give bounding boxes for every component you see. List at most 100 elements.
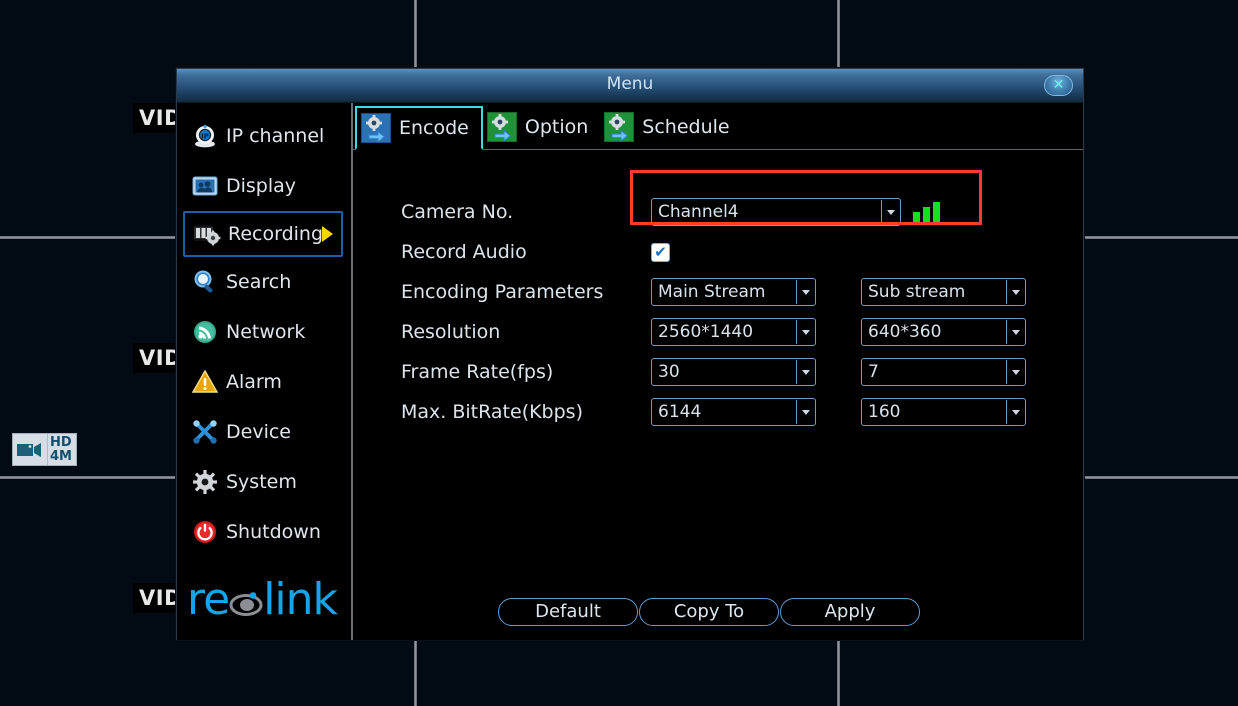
max-bitrate-main-select[interactable]: 6144: [651, 398, 816, 426]
frame-rate-main-select[interactable]: 30: [651, 358, 816, 386]
sidebar-item-label: IP channel: [226, 125, 325, 147]
tab-label: Option: [524, 116, 589, 138]
tab-bar: Encode Option Schedule: [353, 103, 1083, 150]
tools-icon: [191, 418, 219, 446]
resolution-label: Resolution: [401, 321, 501, 343]
sidebar-item-label: Alarm: [226, 371, 282, 393]
row-record-audio: Record Audio ✔: [401, 232, 1083, 272]
logo-text-part2: link: [263, 574, 338, 625]
gear-arrow-green-icon: [486, 112, 517, 143]
resolution-main-value: 2560*1440: [658, 322, 754, 342]
sidebar-item-alarm[interactable]: Alarm: [177, 357, 351, 407]
menu-dialog: Menu ✕ IP IP channel Display Recording S…: [176, 68, 1084, 640]
encoding-parameters-sub-select[interactable]: Sub stream: [861, 278, 1026, 306]
tab-encode[interactable]: Encode: [355, 106, 483, 150]
chevron-down-icon[interactable]: [1006, 320, 1024, 344]
frame-rate-sub-value: 7: [868, 362, 879, 382]
chevron-down-icon[interactable]: [796, 320, 814, 344]
logo-eye-icon: [229, 592, 263, 616]
frame-rate-main-value: 30: [658, 362, 680, 382]
camcorder-icon: [13, 434, 47, 465]
max-bitrate-sub-select[interactable]: 160: [861, 398, 1026, 426]
sidebar-item-label: Network: [226, 321, 306, 343]
camera-no-label: Camera No.: [401, 201, 514, 223]
copy-to-button[interactable]: Copy To: [639, 598, 779, 626]
sidebar-item-label: Recording: [228, 223, 324, 245]
gear-arrow-green-icon: [604, 112, 635, 143]
content-pane: Encode Option Schedule Camera No. Channe…: [353, 103, 1083, 640]
sidebar: IP IP channel Display Recording Search N…: [177, 103, 353, 640]
sidebar-item-recording[interactable]: Recording: [183, 211, 343, 257]
camera-no-value: Channel4: [658, 202, 739, 222]
ip-dome-camera-icon: IP: [191, 122, 219, 150]
film-gear-icon: [193, 220, 221, 248]
close-icon[interactable]: ✕: [1044, 75, 1073, 96]
resolution-sub-select[interactable]: 640*360: [861, 318, 1026, 346]
rss-signal-icon: [191, 318, 219, 346]
sidebar-item-system[interactable]: System: [177, 457, 351, 507]
sidebar-item-label: Search: [226, 271, 292, 293]
apply-button[interactable]: Apply: [780, 598, 920, 626]
sidebar-item-display[interactable]: Display: [177, 161, 351, 211]
encoding-parameters-label: Encoding Parameters: [401, 281, 604, 303]
row-encoding-parameters: Encoding Parameters Main Stream Sub stre…: [401, 272, 1083, 312]
resolution-main-select[interactable]: 2560*1440: [651, 318, 816, 346]
sidebar-item-label: System: [226, 471, 297, 493]
max-bitrate-main-value: 6144: [658, 402, 702, 422]
tab-option[interactable]: Option: [483, 105, 600, 149]
dvr-screen: VIDEO LOSS VIDEO LOSS VIDEO LOSS HD4M Me…: [0, 0, 1238, 706]
signal-bars-icon: [913, 201, 940, 223]
sidebar-item-ip-channel[interactable]: IP IP channel: [177, 111, 351, 161]
sidebar-item-label: Device: [226, 421, 291, 443]
row-camera-no: Camera No. Channel4: [401, 170, 1083, 232]
hd-badge-line2: 4M: [50, 449, 72, 464]
tab-schedule[interactable]: Schedule: [600, 105, 741, 149]
dialog-body: IP IP channel Display Recording Search N…: [177, 103, 1083, 640]
resolution-sub-value: 640*360: [868, 322, 942, 342]
chevron-down-icon[interactable]: [1006, 400, 1024, 424]
hd-resolution-badge: HD 4M: [12, 433, 77, 466]
hd-badge-line1: HD: [50, 435, 72, 450]
chevron-right-icon: [322, 226, 333, 242]
encoding-parameters-main-value: Main Stream: [658, 282, 766, 302]
svg-text:IP: IP: [201, 133, 209, 141]
max-bitrate-label: Max. BitRate(Kbps): [401, 401, 583, 423]
default-button[interactable]: Default: [498, 598, 638, 626]
tab-label: Encode: [399, 117, 469, 139]
display-monitor-icon: [191, 172, 219, 200]
magnifier-icon: [191, 268, 219, 296]
record-audio-label: Record Audio: [401, 241, 527, 263]
encode-form: Camera No. Channel4 Record Audio ✔ Encod…: [353, 150, 1083, 432]
row-resolution: Resolution 2560*1440 640*360: [401, 312, 1083, 352]
camera-no-select[interactable]: Channel4: [651, 198, 901, 226]
chevron-down-icon[interactable]: [881, 200, 899, 224]
chevron-down-icon[interactable]: [1006, 280, 1024, 304]
sidebar-item-device[interactable]: Device: [177, 407, 351, 457]
dialog-footer: Default Copy To Apply: [353, 598, 1083, 626]
power-icon: [191, 518, 219, 546]
chevron-down-icon[interactable]: [796, 400, 814, 424]
gear-arrow-blue-icon: [361, 113, 391, 144]
sidebar-item-search[interactable]: Search: [177, 257, 351, 307]
chevron-down-icon[interactable]: [796, 360, 814, 384]
frame-rate-sub-select[interactable]: 7: [861, 358, 1026, 386]
frame-rate-label: Frame Rate(fps): [401, 361, 554, 383]
max-bitrate-sub-value: 160: [868, 402, 901, 422]
dialog-title: Menu: [606, 74, 654, 94]
record-audio-checkbox[interactable]: ✔: [651, 242, 670, 262]
tab-label: Schedule: [642, 116, 730, 138]
sidebar-item-shutdown[interactable]: Shutdown: [177, 507, 351, 557]
reolink-logo: re link: [187, 578, 338, 622]
row-max-bitrate: Max. BitRate(Kbps) 6144 160: [401, 392, 1083, 432]
sidebar-item-label: Display: [226, 175, 297, 197]
sidebar-item-network[interactable]: Network: [177, 307, 351, 357]
logo-text-part1: re: [187, 574, 230, 625]
encoding-parameters-main-select[interactable]: Main Stream: [651, 278, 816, 306]
chevron-down-icon[interactable]: [796, 280, 814, 304]
chevron-down-icon[interactable]: [1006, 360, 1024, 384]
hd-badge-text: HD 4M: [47, 434, 76, 465]
row-frame-rate: Frame Rate(fps) 30 7: [401, 352, 1083, 392]
warning-triangle-icon: [191, 368, 219, 396]
sidebar-item-label: Shutdown: [226, 521, 321, 543]
dialog-titlebar[interactable]: Menu ✕: [177, 69, 1083, 103]
